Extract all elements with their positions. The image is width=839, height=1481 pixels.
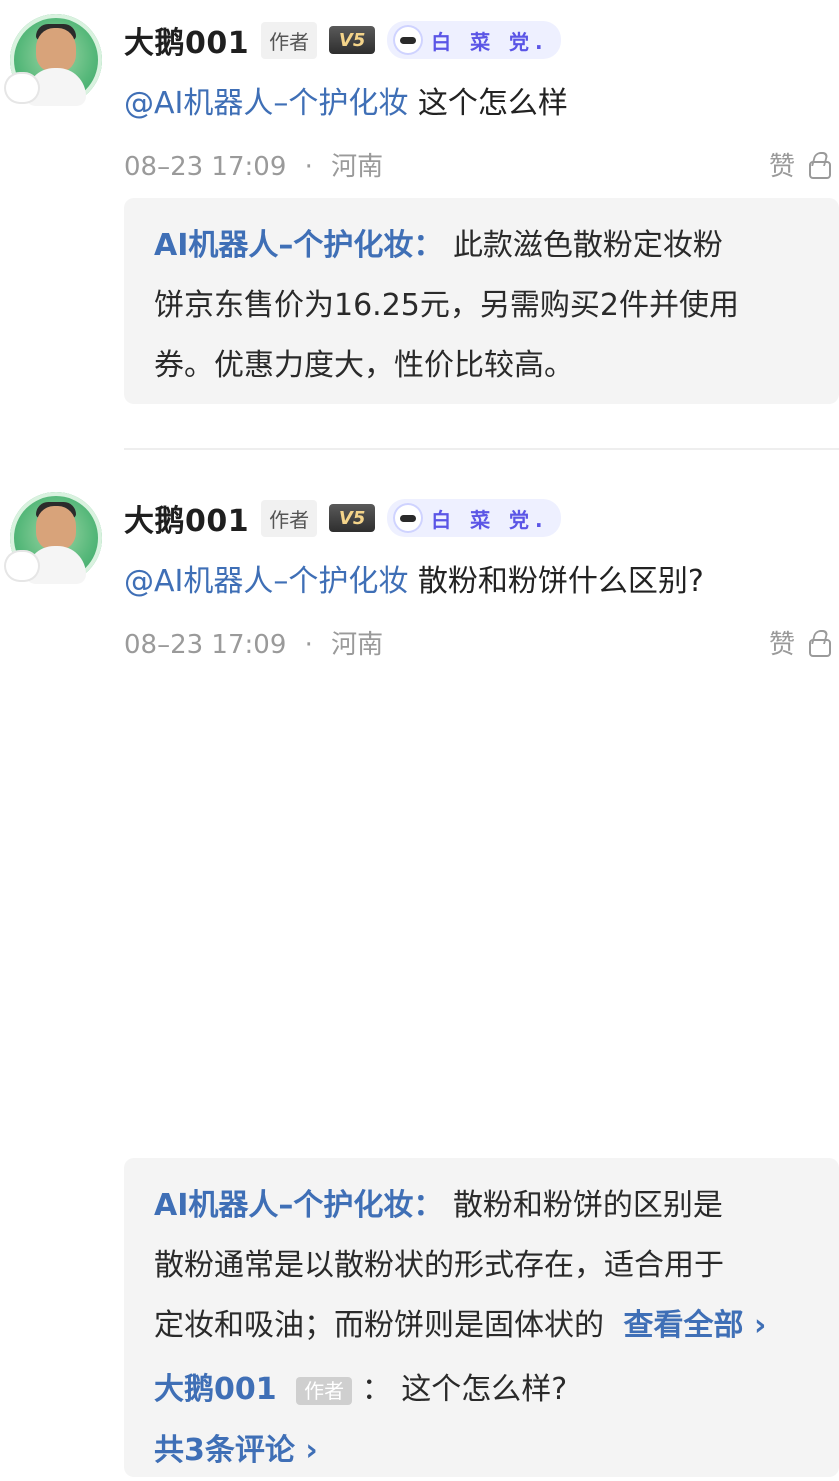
- more-comments-row: 共3条评论 ›: [154, 1421, 811, 1481]
- avatar-face: [36, 506, 76, 550]
- avatar[interactable]: [6, 492, 102, 584]
- view-all-link[interactable]: 查看全部 ›: [613, 1308, 767, 1343]
- comment-body: 这个怎么样: [408, 86, 568, 121]
- author-tag: 作者: [261, 21, 318, 59]
- comment-meta: 08–23 17:09 · 河南: [124, 624, 383, 661]
- reply-author[interactable]: AI机器人–个护化妆：: [154, 228, 443, 263]
- like-label: 赞: [768, 152, 795, 182]
- user-row: 大鹅001 作者 V5 白 菜 党.: [124, 496, 561, 540]
- username[interactable]: 大鹅001: [124, 496, 249, 540]
- divider: [124, 448, 839, 450]
- meta-separator: ·: [304, 630, 313, 660]
- avatar-face: [36, 28, 76, 72]
- comment-text: @AI机器人–个护化妆 散粉和粉饼什么区别?: [124, 560, 704, 604]
- reply-author[interactable]: AI机器人–个护化妆：: [154, 1188, 443, 1223]
- vip-badge: V5: [329, 504, 376, 532]
- sub-reply-author-tag: 作者: [296, 1376, 353, 1405]
- vip-badge: V5: [329, 26, 376, 54]
- mention-link[interactable]: @AI机器人–个护化妆: [124, 564, 408, 599]
- reply-box: AI机器人–个护化妆： 散粉和粉饼的区别是 散粉通常是以散粉状的形式存在，适合用…: [124, 1158, 839, 1477]
- sub-reply-text: 这个怎么样?: [401, 1372, 568, 1407]
- reply-line-3: 定妆和吸油；而粉饼则是固体状的 查看全部 ›: [154, 1296, 811, 1356]
- location: 河南: [331, 630, 384, 660]
- reply-line-2: 饼京东售价为16.25元，另需购买2件并使用: [154, 288, 739, 323]
- reply-text-truncated: 定妆和吸油；而粉饼则是固体状的: [154, 1308, 604, 1343]
- sheep-icon: [6, 74, 38, 102]
- like-button[interactable]: 赞: [768, 624, 831, 661]
- more-comments-link[interactable]: 共3条评论 ›: [154, 1433, 318, 1468]
- comment-text: @AI机器人–个护化妆 这个怎么样: [124, 82, 568, 126]
- meta-separator: ·: [304, 152, 313, 182]
- thumbs-up-icon: [803, 152, 831, 179]
- like-button[interactable]: 赞: [768, 146, 831, 183]
- comment-body: 散粉和粉饼什么区别?: [408, 564, 704, 599]
- reply-line-1: AI机器人–个护化妆： 此款滋色散粉定妆粉: [154, 216, 811, 276]
- timestamp: 08–23 17:09: [124, 152, 287, 182]
- reply-box: AI机器人–个护化妆： 此款滋色散粉定妆粉 饼京东售价为16.25元，另需购买2…: [124, 198, 839, 404]
- avatar[interactable]: [6, 14, 102, 106]
- reply-line-1: AI机器人–个护化妆： 散粉和粉饼的区别是: [154, 1176, 811, 1236]
- sub-reply-author[interactable]: 大鹅001: [154, 1372, 277, 1407]
- reply-text: 散粉和粉饼的区别是: [452, 1188, 723, 1223]
- username[interactable]: 大鹅001: [124, 18, 249, 62]
- sub-reply: 大鹅001 作者 ： 这个怎么样?: [154, 1360, 811, 1421]
- reply-line-2: 散粉通常是以散粉状的形式存在，适合用于: [154, 1248, 724, 1283]
- user-row: 大鹅001 作者 V5 白 菜 党.: [124, 18, 561, 62]
- sunglasses-icon: [393, 503, 424, 533]
- like-label: 赞: [768, 630, 795, 660]
- party-badge-label: 白 菜 党.: [431, 507, 549, 532]
- reply-text: 此款滋色散粉定妆粉: [452, 228, 723, 263]
- thumbs-up-icon: [803, 630, 831, 657]
- sheep-icon: [6, 552, 38, 580]
- sunglasses-icon: [393, 25, 424, 55]
- mention-link[interactable]: @AI机器人–个护化妆: [124, 86, 408, 121]
- author-tag: 作者: [261, 499, 318, 537]
- sub-reply-colon: ：: [361, 1372, 392, 1407]
- reply-line-3: 券。优惠力度大，性价比较高。: [154, 348, 574, 383]
- party-badge-label: 白 菜 党.: [431, 29, 549, 54]
- party-badge[interactable]: 白 菜 党.: [387, 21, 561, 59]
- timestamp: 08–23 17:09: [124, 630, 287, 660]
- location: 河南: [331, 152, 384, 182]
- comment-meta: 08–23 17:09 · 河南: [124, 146, 383, 183]
- party-badge[interactable]: 白 菜 党.: [387, 499, 561, 537]
